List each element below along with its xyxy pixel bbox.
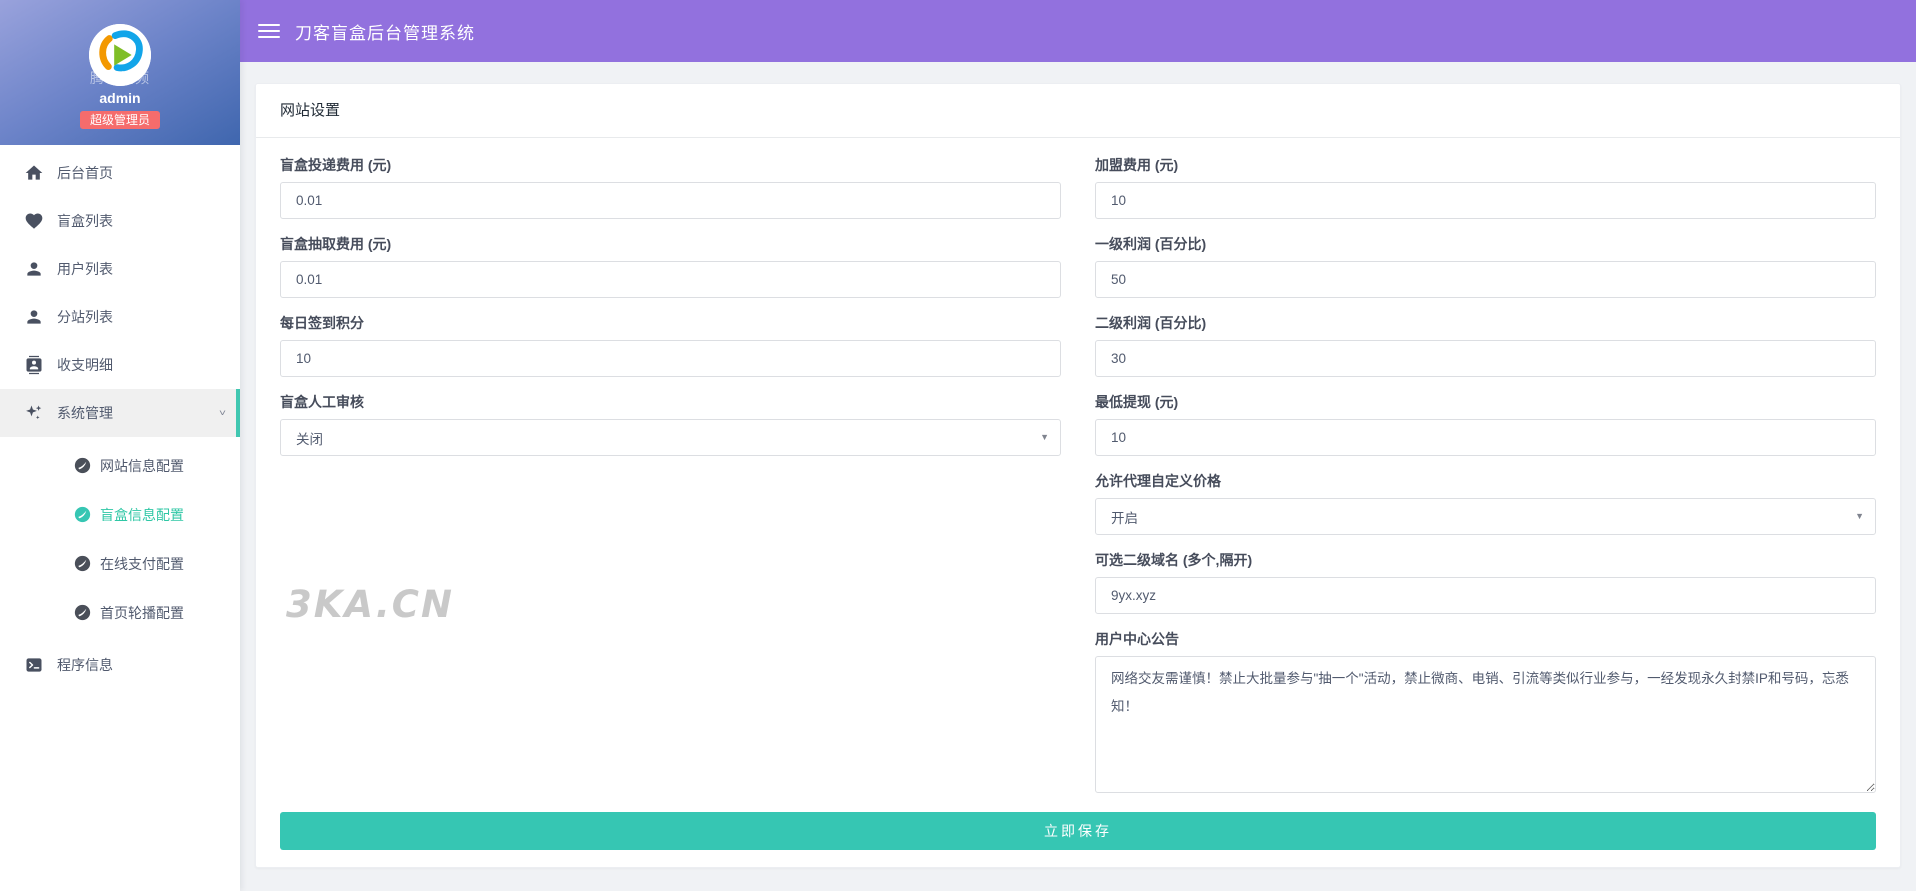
field-franchise-fee: 加盟费用 (元) xyxy=(1095,155,1876,219)
field-label: 可选二级域名 (多个,隔开) xyxy=(1095,552,1253,568)
sparkles-icon xyxy=(24,403,44,423)
config-dot-icon xyxy=(74,506,91,523)
sidebar-item-label: 后台首页 xyxy=(57,165,113,181)
field-label: 盲盒投递费用 (元) xyxy=(280,157,392,173)
submenu-item-label: 盲盒信息配置 xyxy=(100,506,184,523)
username: admin xyxy=(99,90,141,106)
sidebar-item-dashboard[interactable]: 后台首页 xyxy=(0,149,240,197)
submenu-item-label: 网站信息配置 xyxy=(100,457,184,474)
level2-profit-input[interactable] xyxy=(1095,340,1876,377)
submenu-item-label: 首页轮播配置 xyxy=(100,604,184,621)
sidebar-item-box-list[interactable]: 盲盒列表 xyxy=(0,197,240,245)
field-label: 盲盒抽取费用 (元) xyxy=(280,236,392,252)
save-button[interactable]: 立即保存 xyxy=(280,812,1876,850)
select-arrow-icon: ▼ xyxy=(1855,510,1864,521)
chevron-down-icon: ˅ xyxy=(218,407,226,419)
submenu-item-label: 在线支付配置 xyxy=(100,555,184,572)
home-icon xyxy=(24,163,44,183)
form-column-left: 盲盒投递费用 (元) 盲盒抽取费用 (元) 每日签到积分 盲盒人工审核 xyxy=(280,155,1061,798)
form-column-right: 加盟费用 (元) 一级利润 (百分比) 二级利润 (百分比) 最低提现 xyxy=(1095,155,1876,798)
daily-signin-points-input[interactable] xyxy=(280,340,1061,377)
field-box-delivery-fee: 盲盒投递费用 (元) xyxy=(280,155,1061,219)
field-min-withdrawal: 最低提现 (元) xyxy=(1095,392,1876,456)
watermark-text: 3KA.CN xyxy=(286,583,454,626)
field-label: 用户中心公告 xyxy=(1095,631,1179,647)
min-withdrawal-input[interactable] xyxy=(1095,419,1876,456)
top-header: 刀客盲盒后台管理系统 xyxy=(240,0,1916,62)
sidebar-item-label: 盲盒列表 xyxy=(57,213,113,229)
field-daily-signin-points: 每日签到积分 xyxy=(280,313,1061,377)
selected-value: 开启 xyxy=(1111,510,1138,526)
field-label: 最低提现 (元) xyxy=(1095,394,1179,410)
submenu-item-site-info-config[interactable]: 网站信息配置 xyxy=(0,441,240,490)
user-icon xyxy=(24,259,44,279)
sidebar: 腾讯视频 admin 超级管理员 后台首页 盲盒列表 用户列表 分站列表 收支明… xyxy=(0,0,240,891)
heart-icon xyxy=(24,211,44,231)
config-dot-icon xyxy=(74,457,91,474)
select-arrow-icon: ▼ xyxy=(1040,431,1049,442)
field-level2-profit: 二级利润 (百分比) xyxy=(1095,313,1876,377)
terminal-icon xyxy=(24,655,44,675)
settings-card: 网站设置 盲盒投递费用 (元) 盲盒抽取费用 (元) xyxy=(255,83,1901,868)
manual-review-select[interactable]: 关闭 ▼ xyxy=(280,419,1061,456)
config-dot-icon xyxy=(74,555,91,572)
field-agent-custom-price: 允许代理自定义价格 开启 ▼ xyxy=(1095,471,1876,535)
avatar-watermark-text: 腾讯视频 xyxy=(90,70,150,86)
field-label: 每日签到积分 xyxy=(280,315,364,331)
sidebar-item-transactions[interactable]: 收支明细 xyxy=(0,341,240,389)
field-label: 盲盒人工审核 xyxy=(280,394,364,410)
sidebar-menu: 后台首页 盲盒列表 用户列表 分站列表 收支明细 系统管理 ˅ xyxy=(0,145,240,437)
submenu-item-home-carousel-config[interactable]: 首页轮播配置 xyxy=(0,588,240,637)
agent-custom-price-select[interactable]: 开启 ▼ xyxy=(1095,498,1876,535)
sidebar-item-label: 分站列表 xyxy=(57,309,113,325)
system-submenu: 网站信息配置 盲盒信息配置 在线支付配置 首页轮播配置 xyxy=(0,437,240,637)
sidebar-item-user-list[interactable]: 用户列表 xyxy=(0,245,240,293)
role-badge: 超级管理员 xyxy=(79,111,160,129)
field-label: 允许代理自定义价格 xyxy=(1095,473,1221,489)
field-label: 二级利润 (百分比) xyxy=(1095,315,1207,331)
settings-form: 盲盒投递费用 (元) 盲盒抽取费用 (元) 每日签到积分 盲盒人工审核 xyxy=(256,138,1900,850)
franchise-fee-input[interactable] xyxy=(1095,182,1876,219)
sidebar-menu-bottom: 程序信息 xyxy=(0,637,240,689)
selected-value: 关闭 xyxy=(296,431,323,447)
user-icon xyxy=(24,307,44,327)
box-delivery-fee-input[interactable] xyxy=(280,182,1061,219)
submenu-item-online-payment-config[interactable]: 在线支付配置 xyxy=(0,539,240,588)
sidebar-item-label: 收支明细 xyxy=(57,357,113,373)
ledger-icon xyxy=(24,355,44,375)
level1-profit-input[interactable] xyxy=(1095,261,1876,298)
field-manual-review: 盲盒人工审核 关闭 ▼ xyxy=(280,392,1061,456)
sidebar-item-substation-list[interactable]: 分站列表 xyxy=(0,293,240,341)
main-area: 刀客盲盒后台管理系统 网站设置 盲盒投递费用 (元) 盲盒抽取费用 (元) xyxy=(240,0,1916,891)
sidebar-item-label: 程序信息 xyxy=(57,657,113,673)
box-draw-fee-input[interactable] xyxy=(280,261,1061,298)
sidebar-item-label: 用户列表 xyxy=(57,261,113,277)
config-dot-icon xyxy=(74,604,91,621)
content-area: 网站设置 盲盒投递费用 (元) 盲盒抽取费用 (元) xyxy=(240,62,1916,891)
hamburger-menu-icon[interactable] xyxy=(258,20,280,42)
app-title: 刀客盲盒后台管理系统 xyxy=(295,23,475,43)
card-title: 网站设置 xyxy=(256,84,1900,138)
sidebar-item-label: 系统管理 xyxy=(57,405,113,421)
field-level1-profit: 一级利润 (百分比) xyxy=(1095,234,1876,298)
subdomain-input[interactable] xyxy=(1095,577,1876,614)
user-center-announcement-textarea[interactable]: 网络交友需谨慎！禁止大批量参与"抽一个"活动，禁止微商、电销、引流等类似行业参与… xyxy=(1095,656,1876,793)
field-user-center-announcement: 用户中心公告 网络交友需谨慎！禁止大批量参与"抽一个"活动，禁止微商、电销、引流… xyxy=(1095,629,1876,798)
field-box-draw-fee: 盲盒抽取费用 (元) xyxy=(280,234,1061,298)
field-label: 一级利润 (百分比) xyxy=(1095,236,1207,252)
sidebar-item-program-info[interactable]: 程序信息 xyxy=(0,641,240,689)
profile-panel: 腾讯视频 admin 超级管理员 xyxy=(0,0,240,145)
submenu-item-box-info-config[interactable]: 盲盒信息配置 xyxy=(0,490,240,539)
field-subdomain: 可选二级域名 (多个,隔开) xyxy=(1095,550,1876,614)
sidebar-item-system-management[interactable]: 系统管理 ˅ xyxy=(0,389,240,437)
field-label: 加盟费用 (元) xyxy=(1095,157,1179,173)
